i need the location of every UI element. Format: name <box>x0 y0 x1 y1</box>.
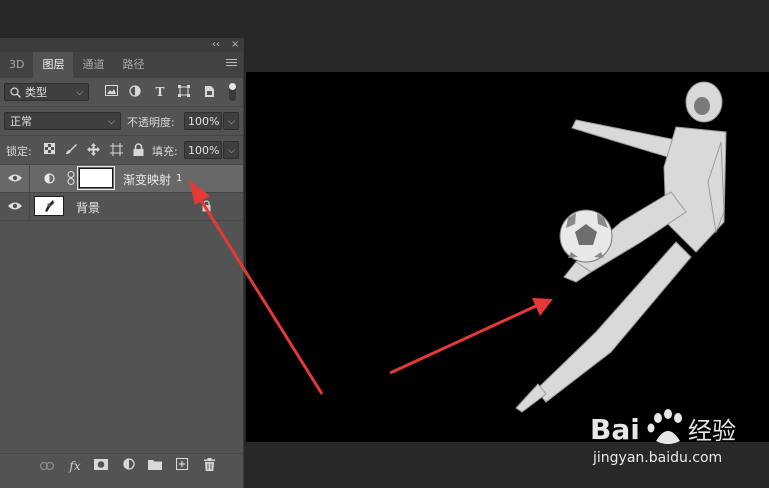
chevron-down-icon: ⌵ <box>76 88 83 98</box>
document-canvas[interactable] <box>246 72 769 442</box>
search-icon <box>10 87 21 98</box>
lock-transparent-pixels-icon[interactable] <box>42 143 56 157</box>
filter-kind-dropdown[interactable]: 类型 ⌵ <box>4 83 89 101</box>
layers-list: 渐变映射 1 背景 <box>0 165 243 221</box>
filter-adjustment-layer-icon[interactable] <box>128 85 142 99</box>
baidu-jingyan-watermark: Bai 经验 jingyan.baidu.com <box>588 405 768 470</box>
gradient-map-adjustment-icon <box>44 173 55 184</box>
visibility-eye-icon[interactable] <box>8 173 22 183</box>
opacity-dropdown-button[interactable]: ⌵ <box>223 112 239 130</box>
opacity-input[interactable]: 100% <box>184 112 222 130</box>
lock-fill-row: 锁定: 填充: 100% ⌵ <box>0 136 243 165</box>
lock-all-icon[interactable] <box>131 143 145 157</box>
layer-badge: 1 <box>176 173 183 184</box>
collapse-panel-button[interactable]: ‹‹ <box>212 38 220 52</box>
lock-position-move-icon[interactable] <box>86 143 100 157</box>
fill-input[interactable]: 100% <box>184 141 222 159</box>
filter-smart-object-icon[interactable] <box>202 85 216 99</box>
layer-name[interactable]: 背景 <box>76 199 100 216</box>
close-panel-button[interactable]: × <box>231 38 239 52</box>
chevron-down-icon: ⌵ <box>108 117 115 127</box>
layer-row-background[interactable]: 背景 <box>0 193 243 221</box>
opacity-label: 不透明度: <box>127 116 175 129</box>
blend-mode-value: 正常 <box>10 115 32 128</box>
fx-icon[interactable]: fx <box>67 458 83 474</box>
panel-title-bar: ‹‹ × <box>0 38 243 52</box>
fill-dropdown-button[interactable]: ⌵ <box>223 141 239 159</box>
watermark-url: jingyan.baidu.com <box>593 450 723 466</box>
blend-opacity-row: 正常 ⌵ 不透明度: 100% ⌵ <box>0 107 243 136</box>
baidu-paw-logo: Bai 经验 <box>590 409 736 446</box>
layer-filter-row: 类型 ⌵ T <box>0 78 243 107</box>
chevron-down-icon: ⌵ <box>228 117 235 127</box>
fill-value: 100% <box>188 144 220 157</box>
soccer-ball <box>559 209 613 263</box>
chevron-down-icon: ⌵ <box>228 146 235 156</box>
filter-shape-layer-icon[interactable] <box>177 85 191 99</box>
inverted-soccer-player-image <box>515 81 727 413</box>
add-mask-icon[interactable] <box>93 458 109 474</box>
visibility-eye-icon[interactable] <box>8 201 22 211</box>
tab-paths[interactable]: 路径 <box>113 52 153 78</box>
watermark-brand: Bai <box>590 413 640 446</box>
lock-label: 锁定: <box>6 145 32 158</box>
filter-type-layer-icon[interactable]: T <box>153 85 167 99</box>
filter-toggle-switch[interactable] <box>229 83 236 101</box>
blend-mode-dropdown[interactable]: 正常 ⌵ <box>4 112 121 130</box>
lock-image-pixels-brush-icon[interactable] <box>64 143 78 157</box>
layers-panel-footer: fx <box>0 453 243 478</box>
mask-link-chain-icon[interactable] <box>67 171 75 185</box>
layer-thumbnail-image <box>45 200 54 212</box>
opacity-value: 100% <box>188 115 220 128</box>
new-layer-icon[interactable] <box>174 458 190 474</box>
lock-icon <box>202 200 211 212</box>
watermark-brand-suffix: 经验 <box>688 417 736 445</box>
tab-layers[interactable]: 图层 <box>33 52 74 78</box>
tab-channels[interactable]: 通道 <box>73 52 113 78</box>
filter-pixel-layer-icon[interactable] <box>104 85 118 99</box>
panel-menu-icon[interactable] <box>226 59 237 68</box>
layers-panel: ‹‹ × 3D 图层 通道 路径 类型 ⌵ T 正常 ⌵ 不透明度: 100% … <box>0 38 244 488</box>
layer-image-thumbnail[interactable] <box>34 196 64 216</box>
filter-kind-value: 类型 <box>25 86 47 99</box>
link-layers-icon[interactable] <box>39 458 55 474</box>
fill-label: 填充: <box>152 145 178 158</box>
layer-mask-thumbnail[interactable] <box>77 166 115 190</box>
adjustment-layer-icon[interactable] <box>121 458 137 474</box>
trash-icon[interactable] <box>201 458 217 474</box>
group-folder-icon[interactable] <box>147 458 163 474</box>
panel-tab-bar: 3D 图层 通道 路径 <box>0 52 243 78</box>
tab-3d[interactable]: 3D <box>0 52 33 78</box>
lock-artboard-icon[interactable] <box>109 143 123 157</box>
layer-row-gradient-map[interactable]: 渐变映射 1 <box>0 165 243 193</box>
layer-name[interactable]: 渐变映射 <box>123 171 171 188</box>
